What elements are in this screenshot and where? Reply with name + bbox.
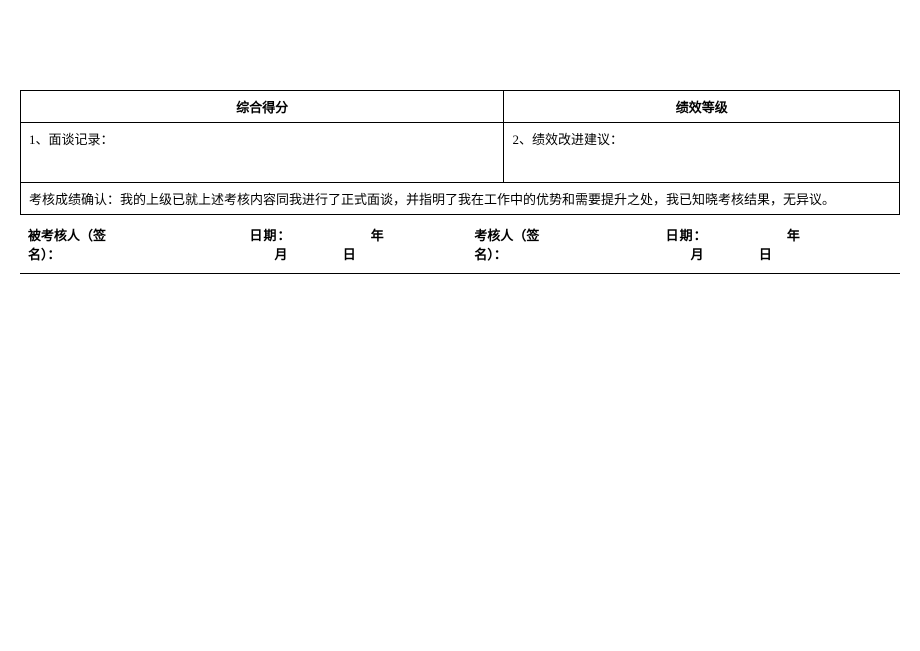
confirmation-text: 考核成绩确认：我的上级已就上述考核内容同我进行了正式面谈，并指明了我在工作中的优… [21, 183, 900, 215]
date-label-right: 日期： [666, 228, 708, 243]
assessee-date-group: 日期： 年 月 日 [249, 225, 474, 263]
confirmation-row: 考核成绩确认：我的上级已就上述考核内容同我进行了正式面谈，并指明了我在工作中的优… [21, 183, 900, 215]
day-unit-left: 日 [343, 247, 357, 262]
month-unit-right: 月 [691, 247, 705, 262]
assessor-label: 考核人（签名）： [474, 225, 555, 263]
year-unit-right: 年 [787, 228, 801, 243]
year-unit-left: 年 [371, 228, 385, 243]
grade-header: 绩效等级 [504, 91, 900, 123]
assessment-table: 综合得分 绩效等级 1、面谈记录： 2、绩效改进建议： 考核成绩确认：我的上级已… [20, 90, 900, 215]
interview-record-cell: 1、面谈记录： [21, 123, 504, 183]
assessee-label: 被考核人（签名）： [28, 225, 119, 263]
improvement-suggestion-cell: 2、绩效改进建议： [504, 123, 900, 183]
day-unit-right: 日 [759, 247, 773, 262]
signature-row: 被考核人（签名）： 日期： 年 月 日 考核人（签名）： 日期： 年 月 日 [20, 215, 900, 274]
assessor-signature-block: 考核人（签名）： 日期： 年 月 日 [474, 225, 892, 263]
header-row: 综合得分 绩效等级 [21, 91, 900, 123]
month-unit-left: 月 [274, 247, 288, 262]
assessor-date-group: 日期： 年 月 日 [666, 225, 892, 263]
score-header: 综合得分 [21, 91, 504, 123]
records-row: 1、面谈记录： 2、绩效改进建议： [21, 123, 900, 183]
assessee-signature-block: 被考核人（签名）： 日期： 年 月 日 [28, 225, 474, 263]
date-label-left: 日期： [249, 228, 291, 243]
